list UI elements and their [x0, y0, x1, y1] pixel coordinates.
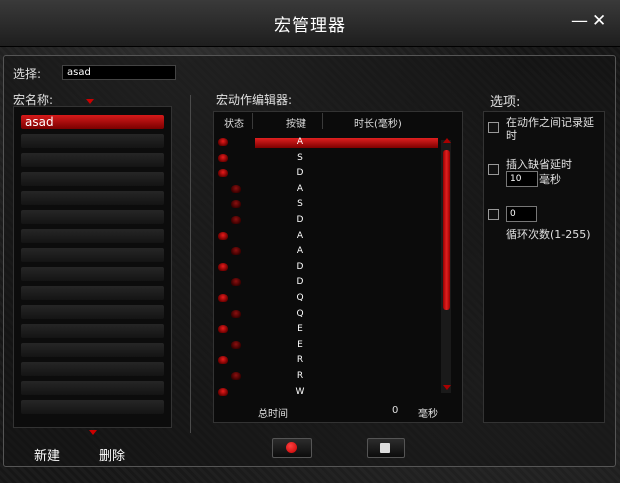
record-delay-checkbox[interactable] — [488, 122, 499, 133]
scroll-down-arrow-icon[interactable] — [443, 385, 451, 390]
total-time-unit: 毫秒 — [418, 409, 438, 420]
delete-button[interactable]: 删除 — [99, 445, 125, 464]
key-up-icon — [218, 356, 228, 365]
macro-row-empty[interactable] — [21, 400, 164, 414]
total-time-label: 总时间 — [258, 409, 288, 420]
macro-row-empty[interactable] — [21, 305, 164, 319]
scrollbar-thumb[interactable] — [443, 150, 450, 310]
insert-default-delay-checkbox[interactable] — [488, 164, 499, 175]
editor-label: 宏动作编辑器: — [216, 93, 293, 107]
key-up-icon — [218, 153, 228, 162]
key-down-icon — [231, 309, 241, 318]
action-key[interactable]: Q — [295, 309, 305, 319]
loop-count-input[interactable]: 0 — [506, 206, 537, 222]
macro-row-empty[interactable] — [21, 362, 164, 376]
action-key[interactable]: A — [295, 246, 305, 256]
key-down-icon — [231, 216, 241, 224]
action-key[interactable]: E — [295, 324, 305, 334]
total-time-value: 0 — [392, 405, 399, 416]
macro-editor-table — [213, 111, 463, 423]
key-down-icon — [231, 278, 241, 287]
macro-row-empty[interactable] — [21, 324, 164, 338]
col-duration: 时长(毫秒) — [354, 119, 402, 130]
selected-row-highlight — [255, 138, 438, 148]
action-key[interactable]: D — [295, 277, 305, 287]
window-title: 宏管理器 — [274, 16, 346, 36]
key-up-icon — [218, 169, 228, 178]
title-bar: 宏管理器 — ✕ — [0, 0, 620, 47]
key-down-icon — [231, 247, 241, 256]
macro-row-empty[interactable] — [21, 267, 164, 281]
divider — [190, 95, 191, 433]
select-input[interactable]: asad — [62, 65, 176, 80]
new-button[interactable]: 新建 — [34, 445, 60, 464]
action-key[interactable]: A — [295, 184, 305, 194]
macro-item[interactable]: asad — [21, 115, 164, 129]
action-key[interactable]: Q — [295, 293, 305, 303]
action-key[interactable]: A — [295, 231, 305, 241]
action-key[interactable]: D — [295, 215, 305, 225]
macro-row-empty[interactable] — [21, 286, 164, 300]
macro-row-empty[interactable] — [21, 229, 164, 243]
col-separator — [322, 113, 323, 129]
action-key[interactable]: D — [295, 168, 305, 178]
macro-row-empty[interactable] — [21, 153, 164, 167]
scroll-up-icon[interactable] — [86, 99, 94, 104]
macro-list[interactable]: asad — [13, 106, 172, 428]
key-up-icon — [218, 262, 228, 271]
scroll-down-icon[interactable] — [89, 430, 97, 435]
macro-row-empty[interactable] — [21, 343, 164, 357]
default-delay-input[interactable]: 10 — [506, 171, 538, 187]
options-label: 选项: — [490, 95, 521, 110]
macro-manager-window: 宏管理器 — ✕ 选择: asad 宏名称: asad 宏动作编辑器: 状态 按… — [0, 0, 620, 483]
macro-row-empty[interactable] — [21, 381, 164, 395]
action-key[interactable]: A — [295, 137, 305, 147]
action-key[interactable]: D — [295, 262, 305, 272]
action-key[interactable]: S — [295, 153, 305, 163]
action-key[interactable]: W — [295, 387, 305, 397]
select-label: 选择: — [13, 67, 42, 81]
record-button[interactable] — [272, 438, 312, 458]
insert-default-delay-label: 插入缺省延时 — [506, 158, 572, 171]
key-up-icon — [218, 387, 228, 396]
key-down-icon — [231, 340, 241, 349]
loop-checkbox[interactable] — [488, 209, 499, 220]
key-up-icon — [218, 325, 228, 334]
minimize-icon[interactable]: — — [571, 12, 588, 30]
key-down-icon — [231, 372, 241, 380]
record-icon — [286, 442, 297, 453]
action-key[interactable]: E — [295, 340, 305, 350]
scroll-up-arrow-icon[interactable] — [443, 138, 451, 143]
record-delay-label: 在动作之间记录延时 — [506, 116, 594, 142]
loop-count-label: 循环次数(1-255) — [506, 228, 591, 241]
macro-row-empty[interactable] — [21, 248, 164, 262]
action-key[interactable]: S — [295, 199, 305, 209]
macro-row-empty[interactable] — [21, 210, 164, 224]
col-separator — [252, 113, 253, 129]
close-icon[interactable]: ✕ — [592, 12, 606, 30]
key-up-icon — [218, 294, 228, 302]
key-up-icon — [218, 138, 228, 146]
action-key[interactable]: R — [295, 371, 305, 381]
key-up-icon — [218, 231, 228, 240]
macro-row-empty[interactable] — [21, 191, 164, 205]
col-key: 按键 — [286, 119, 306, 130]
key-down-icon — [231, 184, 241, 193]
macro-row-empty[interactable] — [21, 134, 164, 148]
col-status: 状态 — [224, 119, 244, 130]
stop-button[interactable] — [367, 438, 405, 458]
macro-row-empty[interactable] — [21, 172, 164, 186]
action-key[interactable]: R — [295, 355, 305, 365]
default-delay-unit: 毫秒 — [539, 173, 561, 186]
stop-icon — [380, 443, 390, 453]
key-down-icon — [231, 200, 241, 209]
